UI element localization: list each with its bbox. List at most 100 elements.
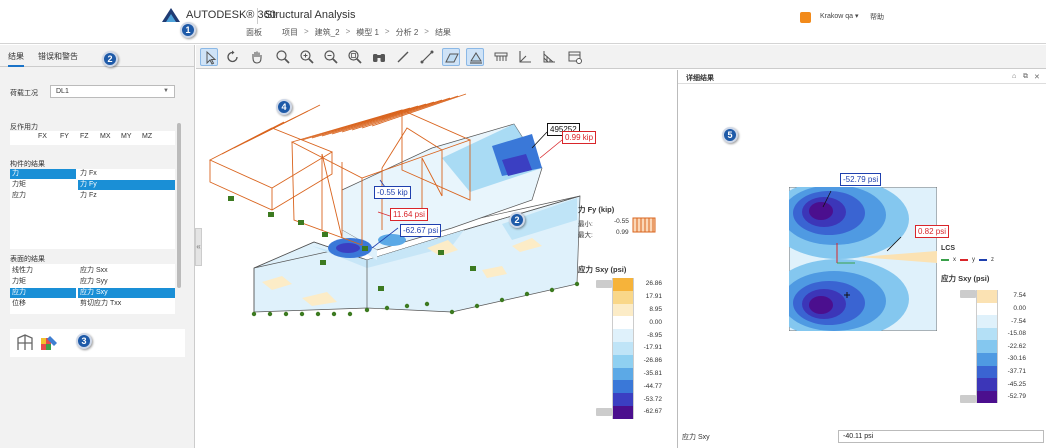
member-icon[interactable] — [394, 48, 412, 66]
breadcrumb-building[interactable]: 建筑_2 — [315, 27, 340, 38]
legend-swatch — [612, 303, 634, 317]
legend-scroll-up-icon[interactable] — [596, 280, 612, 288]
help-link[interactable]: 帮助 — [870, 12, 884, 22]
load-icon[interactable] — [492, 48, 510, 66]
lcs-axis-y: y — [972, 257, 975, 263]
surface-result-component[interactable]: 应力 Syy — [78, 277, 175, 287]
reaction-column[interactable]: MX — [100, 133, 111, 140]
select-icon[interactable] — [200, 48, 218, 66]
callout-badge: 1 — [180, 22, 196, 38]
zoom-out-icon[interactable] — [322, 48, 340, 66]
member-result-component[interactable]: 力 Fz — [78, 191, 175, 201]
structure-3d-model — [208, 93, 581, 317]
member-result-type[interactable]: 应力 — [10, 191, 76, 201]
legend-swatch — [612, 354, 634, 368]
reaction-column[interactable]: MY — [121, 133, 132, 140]
selected-result-value[interactable]: -40.11 psi — [838, 430, 1044, 443]
load-case-label: 荷载工况 — [10, 90, 38, 97]
breadcrumb-dashboard[interactable]: 面板 — [246, 27, 262, 38]
reactions-table: FX FY FZ MX MY MZ — [10, 131, 175, 145]
result-label-min-stress[interactable]: -62.67 psi — [400, 224, 442, 237]
detail-results-title: 详细结果 — [678, 70, 1046, 84]
support-icon[interactable] — [466, 48, 484, 66]
surface-result-type[interactable]: 应力 — [10, 288, 76, 298]
member-result-component[interactable]: 力 Fx — [78, 169, 175, 179]
detail-legend-scroll-down-icon[interactable] — [960, 395, 976, 403]
force-max-value: 0.99 — [616, 229, 629, 236]
user-menu[interactable]: Krakow qa ▾ — [820, 12, 859, 20]
surface-result-component[interactable]: 应力 Sxx — [78, 266, 175, 276]
z-axis-swatch — [979, 259, 987, 261]
panel-collapse-toggle[interactable]: « — [195, 228, 202, 266]
reaction-column[interactable]: MZ — [142, 133, 152, 140]
legend-scroll-down-icon[interactable] — [596, 408, 612, 416]
legend-value: 26.86 — [645, 280, 662, 288]
legend-value: -62.67 — [643, 408, 662, 416]
product-name: Structural Analysis — [265, 9, 356, 21]
zoom-icon[interactable] — [274, 48, 292, 66]
tab-results[interactable]: 结果 — [8, 51, 24, 67]
breadcrumb-analysis[interactable]: 分析 2 — [396, 27, 419, 38]
member-result-type[interactable]: 力 — [10, 169, 76, 179]
rss-icon[interactable] — [800, 12, 811, 23]
reaction-column[interactable]: FZ — [80, 133, 89, 140]
member-result-component[interactable]: 力 Fy — [78, 180, 175, 190]
app-header: AUTODESK® 360 Structural Analysis 面板 项目 … — [0, 0, 1046, 44]
reaction-column[interactable]: FX — [38, 133, 47, 140]
binoculars-icon[interactable] — [370, 48, 388, 66]
result-label-stress[interactable]: 11.64 psi — [390, 208, 428, 221]
breadcrumb-project[interactable]: 项目 — [282, 27, 298, 38]
scrollbar[interactable] — [177, 123, 181, 288]
detail-label-min[interactable]: -52.79 psi — [840, 173, 882, 186]
axis-icon[interactable] — [516, 48, 534, 66]
member-result-type[interactable]: 力矩 — [10, 180, 76, 190]
surface-result-type[interactable]: 力矩 — [10, 277, 76, 287]
member-line-icon[interactable] — [418, 48, 436, 66]
brand-name: AUTODESK® 360 — [186, 9, 276, 21]
detail-legend-scroll-up-icon[interactable] — [960, 290, 976, 298]
legend-value: -53.72 — [643, 395, 662, 403]
chevron-down-icon: ▼ — [163, 88, 169, 94]
surface-result-type[interactable]: 线性力 — [10, 266, 76, 276]
tab-errors-warnings[interactable]: 错误和警告 — [38, 51, 78, 62]
pan-icon[interactable] — [248, 48, 266, 66]
legend-swatch — [612, 329, 634, 342]
legend-value: -15.08 — [1007, 330, 1026, 338]
legend-swatch — [612, 316, 634, 330]
legend-value: -37.71 — [1007, 367, 1026, 375]
breadcrumb-results[interactable]: 结果 — [435, 27, 451, 38]
restore-icon[interactable]: ⧉ — [1023, 73, 1028, 81]
frame-icon[interactable] — [15, 333, 35, 353]
result-label-min-force[interactable]: -0.55 kip — [374, 186, 411, 199]
legend-value: -35.81 — [643, 370, 662, 377]
close-icon[interactable]: ✕ — [1034, 73, 1040, 81]
result-label-max-force[interactable]: 0.99 kip — [562, 131, 597, 144]
breadcrumb-model[interactable]: 模型 1 — [356, 27, 379, 38]
detail-label-value[interactable]: 0.82 psi — [915, 225, 950, 238]
results-panel: 结果 错误和警告 荷载工况 DL1 ▼ 反作用力 FX FY FZ MX MY … — [0, 45, 195, 448]
surface-result-type[interactable]: 位移 — [10, 299, 76, 309]
zoom-in-icon[interactable] — [298, 48, 316, 66]
force-max-label: 最大: — [578, 232, 593, 239]
callout-badge: 2 — [102, 51, 118, 67]
legend-swatch — [976, 340, 998, 353]
breadcrumb-separator-icon: > — [424, 27, 429, 36]
callout-badge: 4 — [276, 99, 292, 115]
zoom-extents-icon[interactable] — [346, 48, 364, 66]
paint-bucket-icon[interactable] — [39, 333, 59, 353]
load-case-value: DL1 — [56, 88, 69, 95]
panel-icon[interactable] — [442, 48, 460, 66]
surface-result-component[interactable]: 剪切应力 Txx — [78, 299, 175, 309]
app-window: AUTODESK® 360 Structural Analysis 面板 项目 … — [0, 0, 1046, 448]
rotate-icon[interactable] — [224, 48, 242, 66]
model-viewport[interactable]: 495252 0.99 kip -0.55 kip 11.64 psi -62.… — [202, 70, 676, 448]
surface-result-component[interactable]: 应力 Sxy — [78, 288, 175, 298]
load-case-select[interactable]: DL1 ▼ — [50, 85, 175, 98]
legend-value: 7.54 — [1013, 292, 1026, 300]
legend-value: -22.62 — [1007, 342, 1026, 350]
home-icon[interactable]: ⌂ — [1012, 73, 1016, 80]
mesh-icon[interactable] — [540, 48, 558, 66]
settings-icon[interactable] — [566, 48, 584, 66]
force-min-label: 最小: — [578, 221, 593, 228]
reaction-column[interactable]: FY — [60, 133, 69, 140]
